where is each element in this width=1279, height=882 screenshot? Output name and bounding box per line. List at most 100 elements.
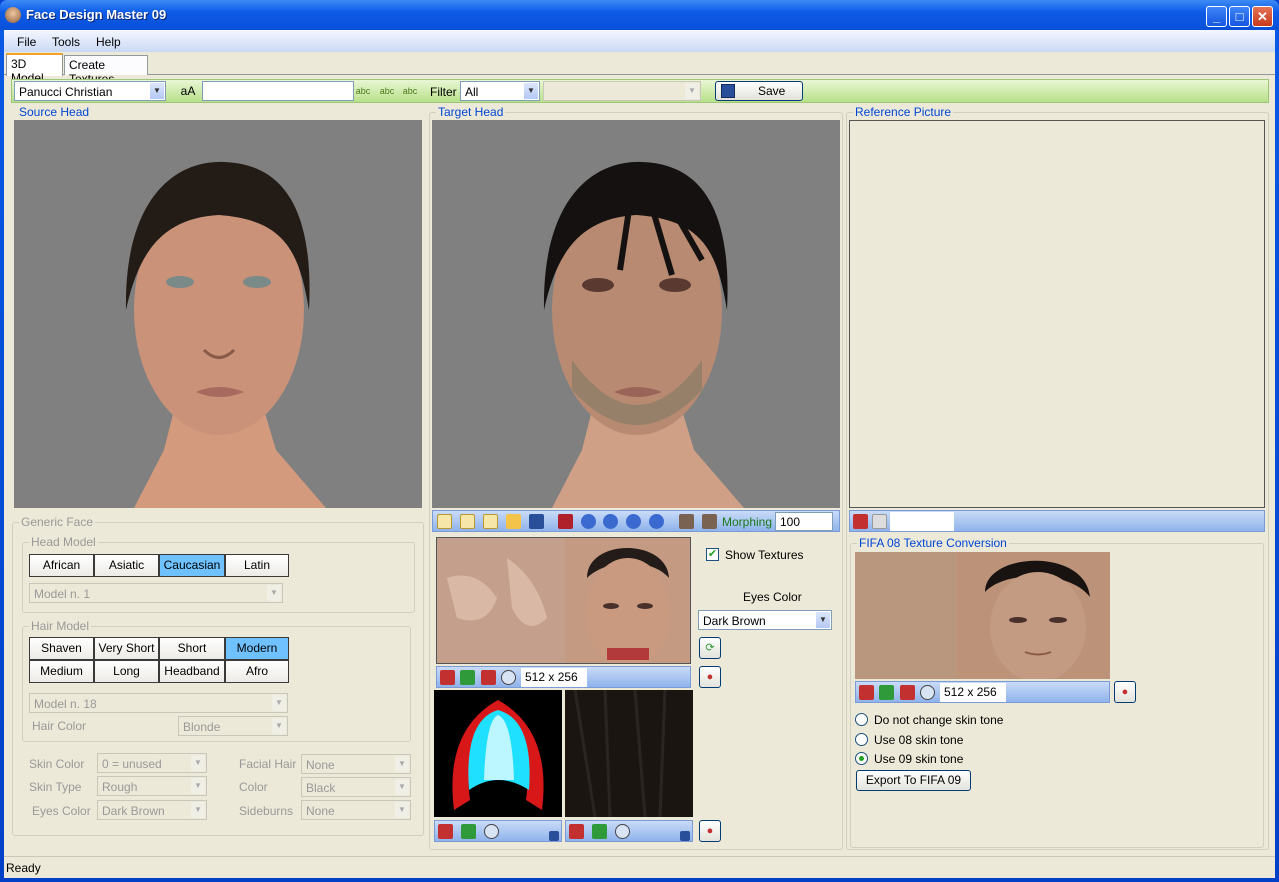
facial-hair-value: None <box>306 758 335 772</box>
target-head-title: Target Head <box>436 105 506 119</box>
chevron-down-icon: ▼ <box>395 779 409 795</box>
hair-texture-image <box>434 690 562 817</box>
color-wheel-icon[interactable]: ● <box>699 666 721 688</box>
hair-shaven-button[interactable]: Shaven <box>29 637 94 660</box>
texture-2-icon[interactable] <box>460 514 475 529</box>
color-wheel-icon[interactable]: ● <box>699 820 721 842</box>
export-icon[interactable] <box>461 824 476 839</box>
skin-tone-radio-09[interactable] <box>855 752 868 765</box>
find-previous-icon[interactable]: abc <box>378 82 396 100</box>
import-icon[interactable] <box>569 824 584 839</box>
tab-create-textures[interactable]: Create Textures <box>64 55 148 86</box>
delete-icon[interactable] <box>481 670 496 685</box>
hair-modern-button[interactable]: Modern <box>225 637 289 660</box>
skin-tone-option-08: Use 08 skin tone <box>874 733 964 747</box>
zoom-icon[interactable] <box>484 824 499 839</box>
hair-afro-button[interactable]: Afro <box>225 660 289 683</box>
morphing-input[interactable]: 100 <box>775 512 833 531</box>
rotate-right-icon[interactable] <box>603 514 618 529</box>
hair-color-label: Hair Color <box>32 719 87 733</box>
search-input[interactable] <box>202 81 354 101</box>
menu-tools[interactable]: Tools <box>52 35 80 49</box>
load-picture-icon[interactable] <box>853 514 868 529</box>
move-up-icon[interactable] <box>626 514 641 529</box>
main-toolbar: Panucci Christian ▼ aA abc abc abc Filte… <box>11 79 1269 103</box>
filter-select[interactable]: All ▼ <box>460 81 540 101</box>
find-first-icon[interactable]: abc <box>354 82 372 100</box>
clear-picture-icon[interactable] <box>872 514 887 529</box>
eyes-color-select[interactable]: Dark Brown ▼ <box>698 610 832 630</box>
zoom-icon[interactable] <box>920 685 935 700</box>
skin-tone-option-09: Use 09 skin tone <box>874 752 964 766</box>
chevron-down-icon: ▼ <box>191 755 205 771</box>
hair-headband-button[interactable]: Headband <box>159 660 225 683</box>
skin-tone-radio-none[interactable] <box>855 713 868 726</box>
show-textures-checkbox[interactable]: ✔ <box>706 548 719 561</box>
move-down-icon[interactable] <box>649 514 664 529</box>
import-icon[interactable] <box>440 670 455 685</box>
facial-hair-select: None ▼ <box>301 754 411 774</box>
export-fifa09-button[interactable]: Export To FIFA 09 <box>856 770 971 791</box>
hair-very-short-button[interactable]: Very Short <box>94 637 159 660</box>
sideburns-value: None <box>306 804 335 818</box>
menu-dropdown-icon[interactable] <box>680 831 690 841</box>
app-icon <box>5 7 21 23</box>
chevron-down-icon: ▼ <box>191 778 205 794</box>
hair-model-title: Hair Model <box>29 619 92 633</box>
rotate-left-icon[interactable] <box>581 514 596 529</box>
hair-short-button[interactable]: Short <box>159 637 225 660</box>
facial-color-value: Black <box>306 781 336 795</box>
minimize-button[interactable]: _ <box>1206 6 1227 27</box>
skin-tone-radio-08[interactable] <box>855 733 868 746</box>
chevron-down-icon: ▼ <box>150 83 164 99</box>
secondary-filter-select[interactable]: ▼ <box>543 81 701 101</box>
head-african-button[interactable]: African <box>29 554 94 577</box>
export-icon[interactable] <box>460 670 475 685</box>
export-icon[interactable] <box>592 824 607 839</box>
delete-icon[interactable] <box>900 685 915 700</box>
chevron-down-icon: ▼ <box>272 695 286 711</box>
save-disk-icon[interactable] <box>529 514 544 529</box>
zoom-icon[interactable] <box>501 670 516 685</box>
head-caucasian-button[interactable]: Caucasian <box>159 554 225 577</box>
title-bar[interactable]: Face Design Master 09 _ □ ✕ <box>0 0 1279 30</box>
open-folder-icon[interactable] <box>506 514 521 529</box>
export-icon[interactable] <box>879 685 894 700</box>
menu-dropdown-icon[interactable] <box>549 831 559 841</box>
hair-medium-button[interactable]: Medium <box>29 660 94 683</box>
target-toolbar: Morphing 100 <box>432 510 840 532</box>
reference-field <box>890 512 954 531</box>
face-side-icon[interactable] <box>702 514 717 529</box>
reference-viewport[interactable] <box>849 120 1265 508</box>
import-icon[interactable] <box>438 824 453 839</box>
source-head-viewport[interactable] <box>14 120 422 508</box>
target-head-viewport[interactable] <box>432 120 840 508</box>
menu-help[interactable]: Help <box>96 35 121 49</box>
menu-file[interactable]: File <box>17 35 36 49</box>
zoom-icon[interactable] <box>615 824 630 839</box>
import-icon[interactable] <box>859 685 874 700</box>
tab-3d-model[interactable]: 3D Model <box>6 53 63 85</box>
texture-1-icon[interactable] <box>437 514 452 529</box>
player-select[interactable]: Panucci Christian ▼ <box>14 81 166 101</box>
color-wheel-icon[interactable]: ● <box>1114 681 1136 703</box>
hair-long-button[interactable]: Long <box>94 660 159 683</box>
chevron-down-icon: ▼ <box>395 802 409 818</box>
face-front-icon[interactable] <box>679 514 694 529</box>
close-button[interactable]: ✕ <box>1252 6 1273 27</box>
conversion-toolbar: 512 x 256 <box>855 681 1110 703</box>
find-next-icon[interactable]: abc <box>401 82 419 100</box>
maximize-button[interactable]: □ <box>1229 6 1250 27</box>
generic-eyes-color-select: Dark Brown ▼ <box>97 800 207 820</box>
window-title: Face Design Master 09 <box>26 7 167 22</box>
head-asiatic-button[interactable]: Asiatic <box>94 554 159 577</box>
face-texture-toolbar: 512 x 256 <box>436 666 691 688</box>
refresh-icon[interactable]: ⟳ <box>699 637 721 659</box>
texture-3-icon[interactable] <box>483 514 498 529</box>
face-texture-image <box>436 537 691 664</box>
match-case-icon[interactable]: aA <box>176 82 200 100</box>
head-latin-button[interactable]: Latin <box>225 554 289 577</box>
head-red-icon[interactable] <box>558 514 573 529</box>
save-button[interactable]: Save <box>715 81 803 101</box>
facial-color-select: Black ▼ <box>301 777 411 797</box>
